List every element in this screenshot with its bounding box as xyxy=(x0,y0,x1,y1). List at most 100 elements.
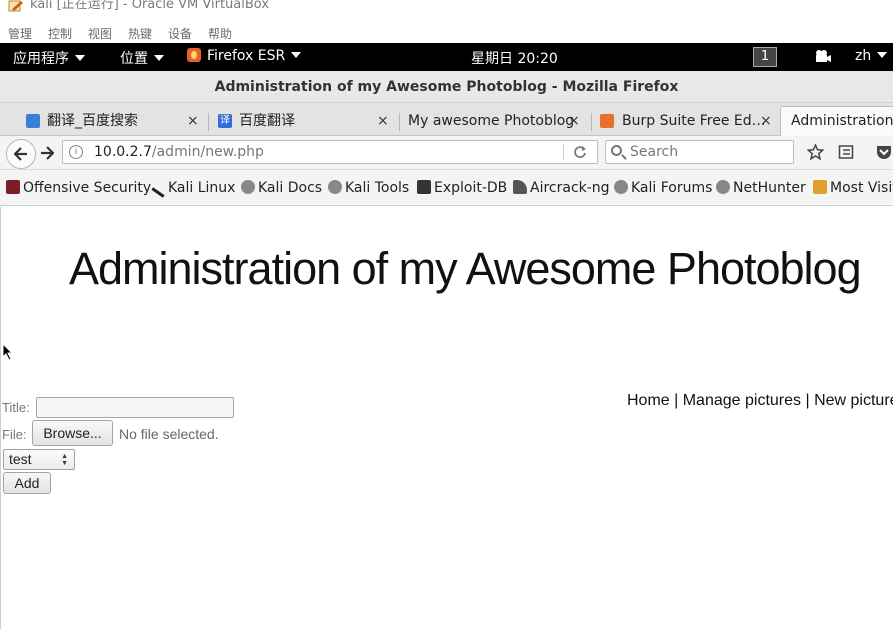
globe-icon xyxy=(614,180,628,194)
chevron-down-icon xyxy=(291,52,302,58)
forward-button[interactable] xyxy=(40,146,54,160)
close-icon[interactable]: × xyxy=(377,106,389,136)
tab-label: Administration o xyxy=(791,113,893,129)
tab-label: Burp Suite Free Ed… xyxy=(622,113,766,129)
system-status-icon[interactable] xyxy=(814,49,832,67)
search-input[interactable]: Search xyxy=(605,140,794,164)
file-label: File: xyxy=(2,427,27,442)
bookmark-label: Aircrack-ng xyxy=(530,180,610,196)
vbox-window-title: kali [正在运行] - Oracle VM VirtualBox xyxy=(30,0,270,12)
chevron-down-icon xyxy=(877,52,888,58)
search-icon xyxy=(611,145,622,156)
chevron-down-icon xyxy=(75,55,85,61)
admin-nav-links[interactable]: Home | Manage pictures | New picture xyxy=(627,392,893,410)
nav-toolbar: i 10.0.2.7/admin/new.php Search xyxy=(0,136,893,170)
url-path: /admin/new.php xyxy=(151,144,264,160)
tab-burp-suite[interactable]: Burp Suite Free Ed… × xyxy=(598,106,778,136)
bookmark-nethunter[interactable]: NetHunter xyxy=(716,180,806,196)
places-label: 位置 xyxy=(120,51,148,67)
baidu-paw-icon xyxy=(26,114,40,128)
bookmark-label: Kali Linux xyxy=(168,180,236,196)
vbox-menu-help[interactable]: 帮助 xyxy=(208,25,232,42)
vbox-menubar: 管理 控制 视图 热键 设备 帮助 xyxy=(0,23,893,43)
select-arrows-icon: ▲ ▼ xyxy=(61,453,68,467)
bookmark-exploit-db[interactable]: Exploit-DB xyxy=(417,180,507,196)
language-indicator[interactable]: zh xyxy=(855,48,888,64)
bookmarks-toolbar: Offensive Security Kali Linux Kali Docs … xyxy=(0,170,893,206)
pocket-icon[interactable] xyxy=(875,144,893,160)
close-icon[interactable]: × xyxy=(760,106,772,136)
no-file-status: No file selected. xyxy=(119,426,219,442)
bookmark-label: Kali Docs xyxy=(258,180,323,196)
add-button[interactable]: Add xyxy=(3,472,51,494)
applications-label: 应用程序 xyxy=(13,51,69,67)
search-placeholder: Search xyxy=(630,144,679,160)
bookmark-kali-docs[interactable]: Kali Docs xyxy=(241,180,322,196)
bookmark-kali-tools[interactable]: Kali Tools xyxy=(328,180,409,196)
close-icon[interactable]: × xyxy=(568,106,580,136)
vbox-menu-view[interactable]: 视图 xyxy=(88,25,112,42)
vbox-menu-devices[interactable]: 设备 xyxy=(168,25,192,42)
info-icon[interactable]: i xyxy=(69,145,83,159)
close-icon[interactable]: × xyxy=(187,106,199,136)
bookmark-label: Kali Tools xyxy=(345,180,410,196)
globe-icon xyxy=(716,180,730,194)
firefox-app-label: Firefox ESR xyxy=(207,48,286,64)
vbox-menu-manage[interactable]: 管理 xyxy=(8,25,32,42)
clock[interactable]: 星期日 20:20 xyxy=(471,48,558,68)
virtualbox-icon xyxy=(8,0,23,12)
reload-icon[interactable] xyxy=(573,145,587,159)
browse-button[interactable]: Browse... xyxy=(32,420,113,446)
language-label: zh xyxy=(855,48,872,64)
globe-icon xyxy=(328,180,342,194)
firefox-icon xyxy=(187,48,201,62)
burp-icon xyxy=(600,114,614,128)
library-icon[interactable] xyxy=(838,144,854,160)
bookmark-star-icon[interactable] xyxy=(807,144,824,160)
page-title: Administration of my Awesome Photoblog xyxy=(69,243,862,294)
exploitdb-icon xyxy=(417,180,431,194)
bookmark-label: Kali Forums xyxy=(631,180,713,196)
translate-icon: 译 xyxy=(218,114,232,128)
folder-icon xyxy=(813,180,827,194)
places-menu[interactable]: 位置 xyxy=(120,48,164,68)
bookmark-aircrack-ng[interactable]: Aircrack-ng xyxy=(513,180,610,196)
title-field[interactable] xyxy=(36,397,234,418)
aircrack-icon xyxy=(513,180,527,194)
bookmark-label: NetHunter xyxy=(733,180,806,196)
vbox-menu-control[interactable]: 控制 xyxy=(48,25,72,42)
bookmark-label: Exploit-DB xyxy=(434,180,508,196)
vbox-menu-hotkeys[interactable]: 热键 xyxy=(128,25,152,42)
page-content: Administration of my Awesome Photoblog H… xyxy=(0,207,893,629)
url-text[interactable]: 10.0.2.7/admin/new.php xyxy=(94,141,264,163)
window-title: Administration of my Awesome Photoblog -… xyxy=(0,71,893,103)
back-button[interactable] xyxy=(6,139,36,169)
applications-menu[interactable]: 应用程序 xyxy=(13,48,85,68)
bookmark-label: Offensive Security xyxy=(23,180,152,196)
tab-photoblog[interactable]: My awesome Photoblog × xyxy=(408,106,590,136)
tab-admin[interactable]: Administration o xyxy=(780,106,893,136)
category-select[interactable]: test ▲ ▼ xyxy=(3,449,75,470)
bookmark-offensive-security[interactable]: Offensive Security xyxy=(6,180,151,196)
url-host: 10.0.2.7 xyxy=(94,144,152,160)
kali-dragon-icon xyxy=(151,187,165,198)
url-bar[interactable]: i 10.0.2.7/admin/new.php xyxy=(62,140,598,164)
tab-label: 翻译_百度搜索 xyxy=(47,113,138,129)
tab-label: 百度翻译 xyxy=(239,113,295,129)
tab-baidu-search[interactable]: 翻译_百度搜索 × xyxy=(22,106,208,136)
tab-label: My awesome Photoblog xyxy=(408,113,575,129)
firefox-app-menu[interactable]: Firefox ESR xyxy=(187,48,302,64)
bookmark-kali-linux[interactable]: Kali Linux xyxy=(151,180,236,198)
bookmark-kali-forums[interactable]: Kali Forums xyxy=(614,180,712,196)
offsec-icon xyxy=(6,180,20,194)
bookmark-most-visited[interactable]: Most Visit xyxy=(813,180,893,196)
mouse-cursor-icon xyxy=(2,343,14,361)
video-icon xyxy=(816,50,831,62)
globe-icon xyxy=(241,180,255,194)
workspace-indicator[interactable]: 1 xyxy=(753,47,777,67)
tab-bar: 翻译_百度搜索 × 译 百度翻译 × My awesome Photoblog … xyxy=(0,103,893,136)
title-label: Title: xyxy=(2,400,30,415)
bookmark-label: Most Visit xyxy=(830,180,893,196)
arrow-left-icon xyxy=(13,147,27,161)
tab-baidu-translate[interactable]: 译 百度翻译 × xyxy=(214,106,399,136)
